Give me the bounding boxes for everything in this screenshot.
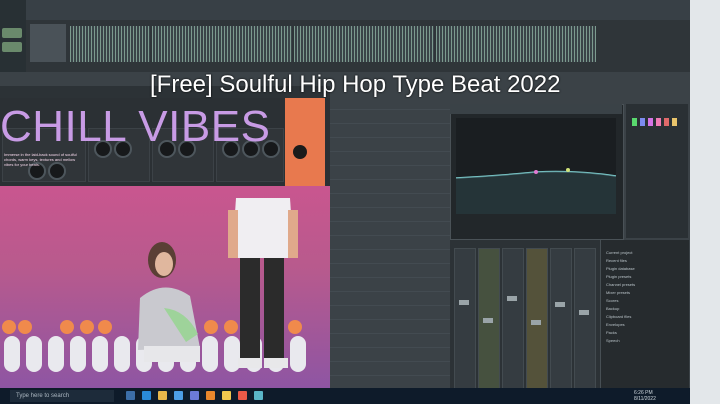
app-icon[interactable] — [254, 391, 263, 400]
pad-button[interactable] — [80, 320, 94, 334]
plugin-side-panel — [285, 98, 325, 186]
browser-item[interactable]: Plugin presets — [606, 274, 676, 280]
master-dial[interactable] — [293, 145, 307, 159]
person-illustration — [138, 242, 200, 362]
plugin-title: CHILL VIBES — [0, 102, 271, 151]
fl-studio-icon[interactable] — [206, 391, 215, 400]
key-pad[interactable] — [26, 336, 42, 372]
band-indicator — [664, 118, 669, 126]
edge-icon[interactable] — [142, 391, 151, 400]
taskbar-search-input[interactable]: Type here to search — [10, 390, 114, 402]
band-indicator — [656, 118, 661, 126]
key-pad[interactable] — [92, 336, 108, 372]
volume-fader[interactable] — [459, 300, 469, 305]
volume-fader[interactable] — [579, 310, 589, 315]
piano-roll-grid — [330, 96, 450, 390]
browser-item[interactable]: Recent files — [606, 258, 676, 264]
mixer-strip[interactable] — [574, 248, 596, 390]
clock-date: 8/11/2022 — [634, 396, 656, 402]
volume-fader[interactable] — [531, 320, 541, 325]
key-pad[interactable] — [114, 336, 130, 372]
mixer-strip[interactable] — [454, 248, 476, 390]
band-indicator — [640, 118, 645, 126]
key-pad[interactable] — [4, 336, 20, 372]
browser-item[interactable]: Speech — [606, 338, 676, 344]
file-explorer-icon[interactable] — [158, 391, 167, 400]
browser-item[interactable]: Mixer presets — [606, 290, 676, 296]
pad-button[interactable] — [98, 320, 112, 334]
browser-item[interactable]: Current project — [606, 250, 676, 256]
audio-clip[interactable] — [152, 26, 292, 62]
volume-fader[interactable] — [507, 296, 517, 301]
band-indicator — [632, 118, 637, 126]
mail-icon[interactable] — [190, 391, 199, 400]
playlist-toolbar — [26, 0, 690, 20]
video-title-overlay: [Free] Soulful Hip Hop Type Beat 2022 — [150, 71, 561, 98]
pad-button[interactable] — [2, 320, 16, 334]
taskbar-clock[interactable]: 6:26 PM 8/11/2022 — [634, 390, 656, 402]
task-view-icon[interactable] — [126, 391, 135, 400]
person-illustration — [228, 198, 298, 368]
audio-clip[interactable] — [70, 26, 150, 62]
band-indicator — [672, 118, 677, 126]
volume-fader[interactable] — [483, 318, 493, 323]
mixer-strip[interactable] — [526, 248, 548, 390]
browser-item[interactable]: Scores — [606, 298, 676, 304]
browser-item[interactable]: Packs — [606, 330, 676, 336]
mixer-strip[interactable] — [550, 248, 572, 390]
browser-item[interactable]: Envelopes — [606, 322, 676, 328]
audio-clip[interactable] — [294, 26, 434, 62]
frame-edge — [690, 0, 720, 404]
plugin-description: Immerse in the laid-back sound of soulfu… — [4, 152, 77, 167]
browser-item[interactable]: Channel presets — [606, 282, 676, 288]
volume-fader[interactable] — [555, 302, 565, 307]
key-pad[interactable] — [70, 336, 86, 372]
equalizer-titlebar — [450, 104, 622, 114]
track-header[interactable] — [30, 24, 66, 62]
audio-clip[interactable] — [436, 26, 596, 62]
browser-item[interactable]: Backup — [606, 306, 676, 312]
key-pad[interactable] — [48, 336, 64, 372]
pad-button[interactable] — [60, 320, 74, 334]
browser-item[interactable]: Plugin database — [606, 266, 676, 272]
store-icon[interactable] — [174, 391, 183, 400]
eq-curve-display[interactable] — [456, 118, 616, 214]
app-icon[interactable] — [238, 391, 247, 400]
track-solo-button[interactable] — [2, 42, 22, 52]
pad-button[interactable] — [18, 320, 32, 334]
browser-item[interactable]: Clipboard files — [606, 314, 676, 320]
mixer-strip[interactable] — [502, 248, 524, 390]
band-indicator — [648, 118, 653, 126]
chrome-icon[interactable] — [222, 391, 231, 400]
track-mute-button[interactable] — [2, 28, 22, 38]
